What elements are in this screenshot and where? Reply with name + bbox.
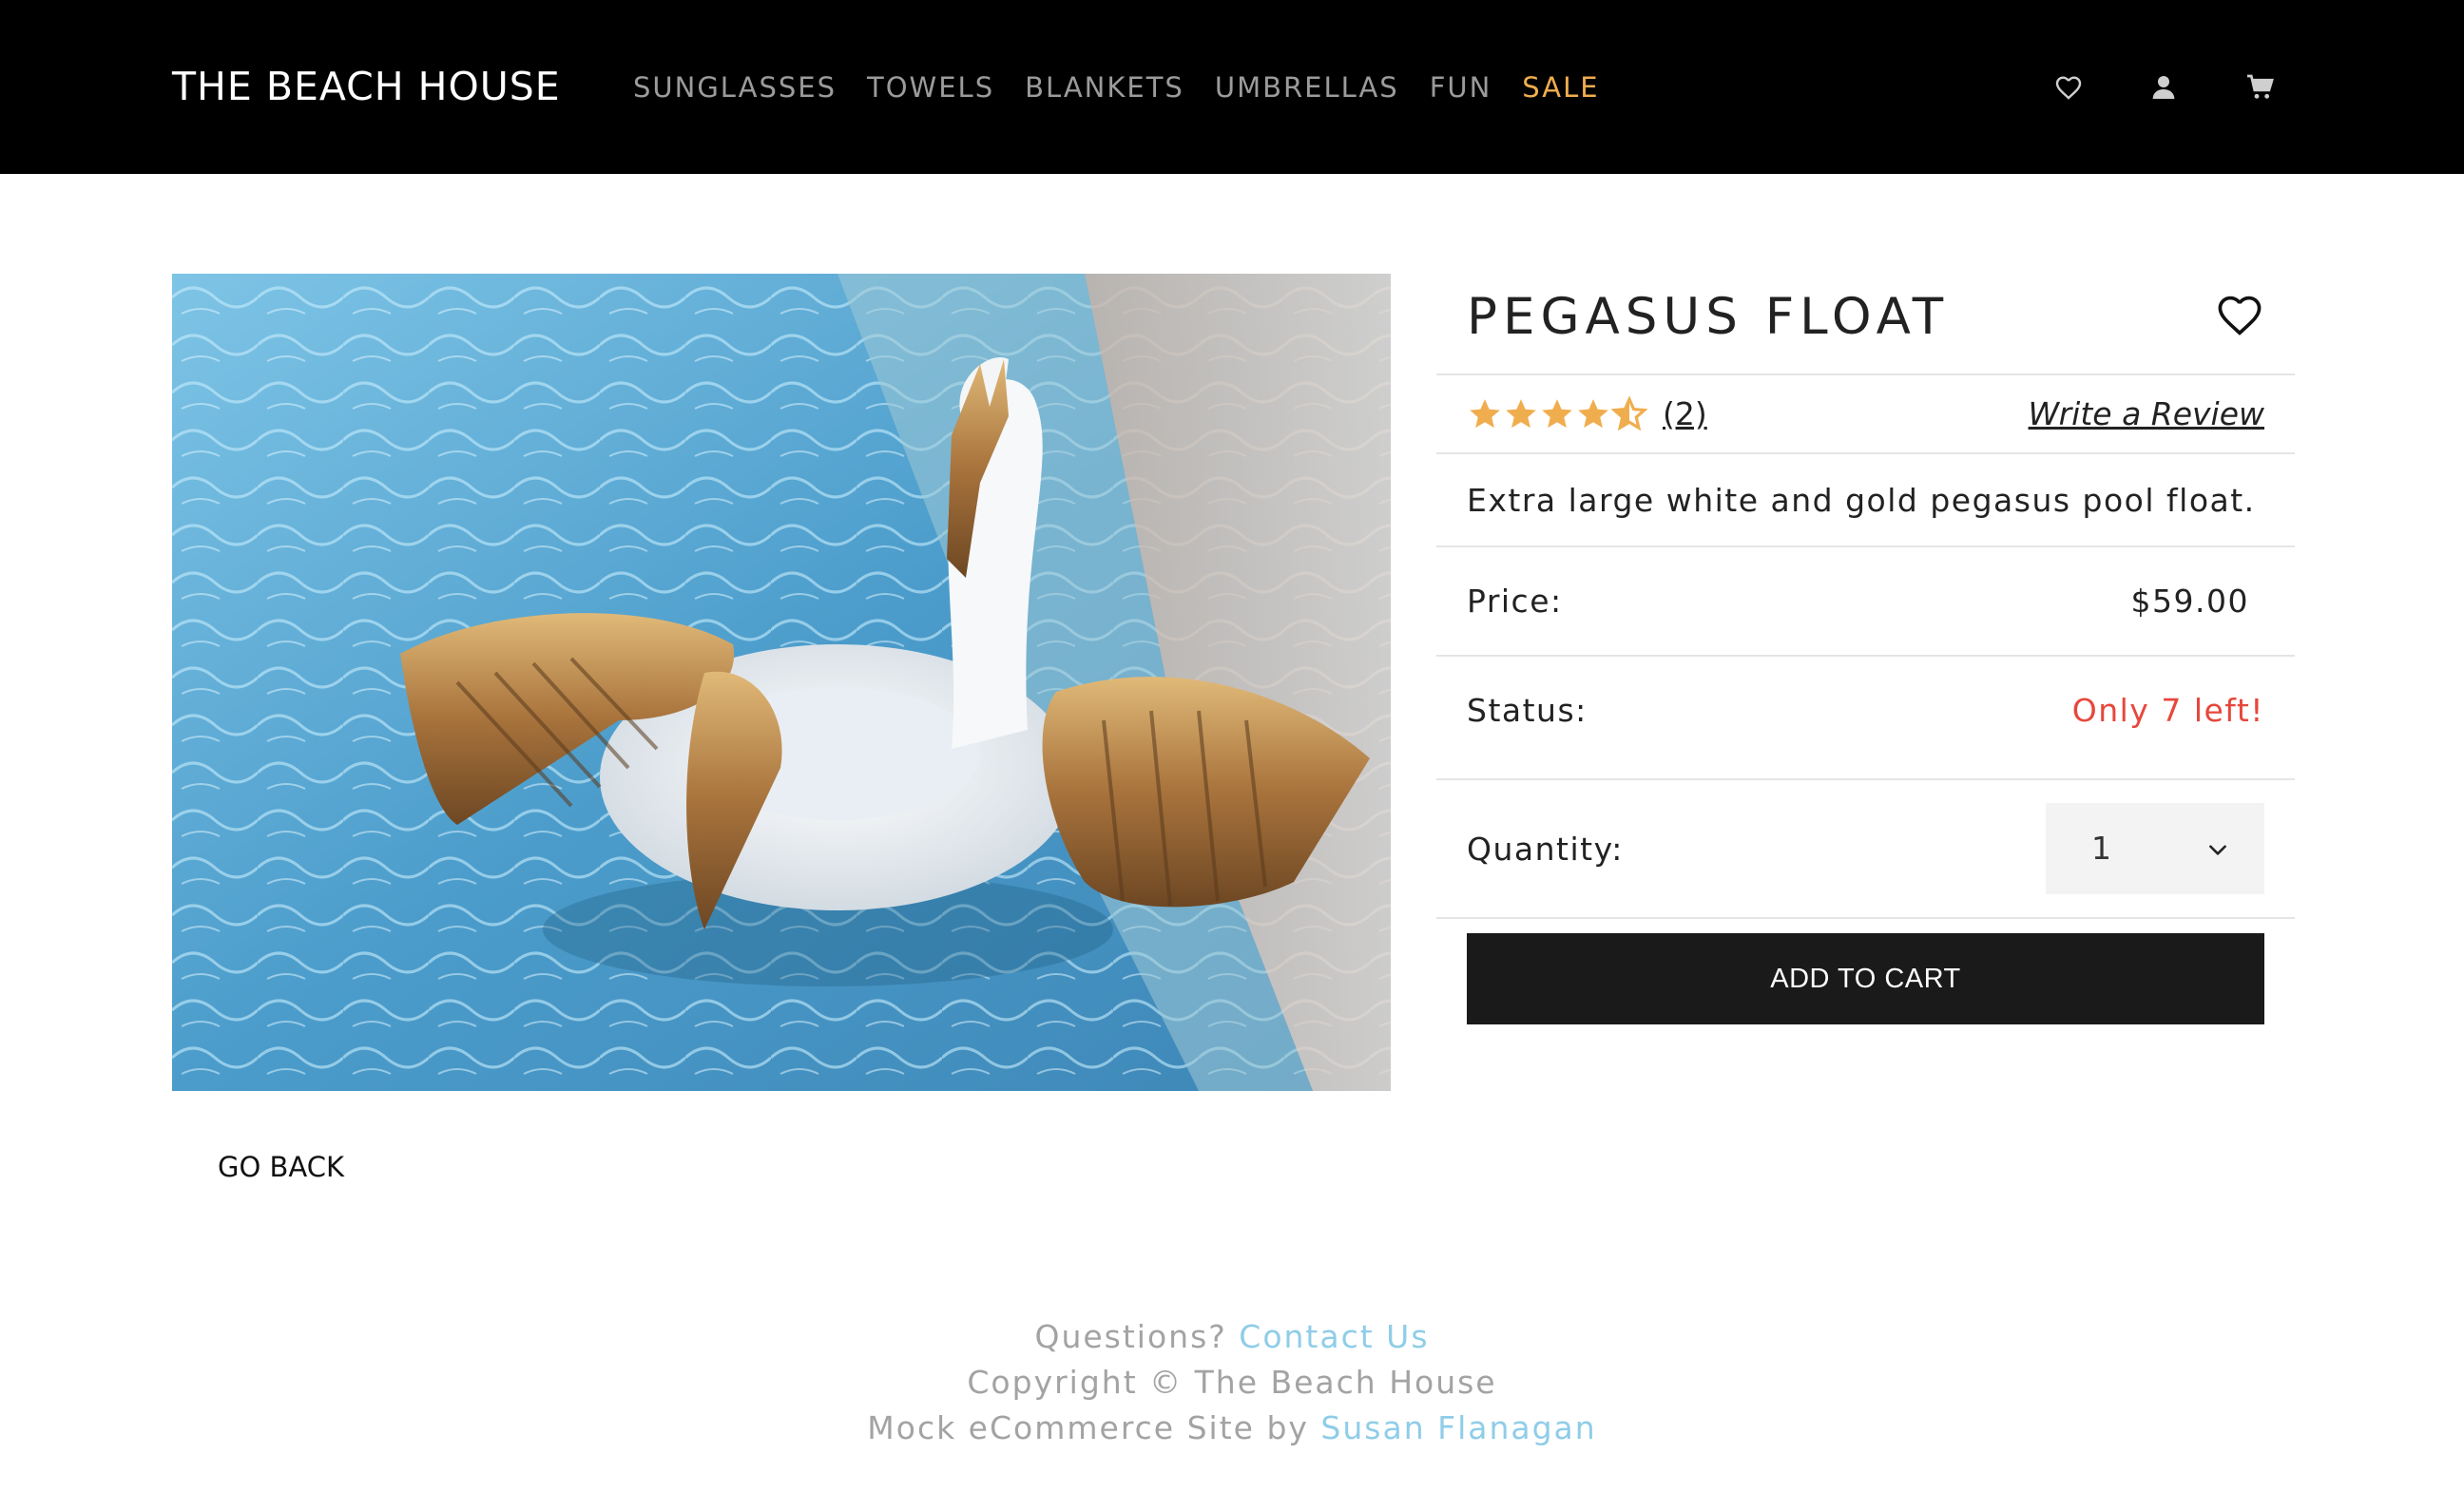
status-row: Status: Only 7 left! [1436, 657, 2295, 780]
go-back-button[interactable]: GO BACK [218, 1150, 344, 1184]
nav-links: SUNGLASSES TOWELS BLANKETS UMBRELLAS FUN… [633, 67, 1630, 108]
footer-mock-text: Mock eCommerce Site by [867, 1409, 1309, 1446]
product-page: THE BEACH HOUSE SUNGLASSES TOWELS BLANKE… [0, 0, 2464, 1511]
star-icon [1506, 399, 1536, 429]
status-label: Status: [1467, 692, 1588, 729]
product-title: PEGASUS FLOAT [1467, 288, 1950, 346]
chevron-down-icon [2209, 845, 2226, 855]
price-row: Price: $59.00 [1436, 547, 2295, 657]
heart-icon[interactable] [2048, 67, 2089, 108]
title-row: PEGASUS FLOAT [1436, 274, 2295, 375]
user-icon[interactable] [2143, 67, 2185, 108]
footer-copyright: Copyright © The Beach House [967, 1364, 1497, 1401]
nav-link-fun[interactable]: FUN [1430, 67, 1492, 108]
quantity-value: 1 [2091, 830, 2111, 867]
footer-questions-line: Questions? Contact Us [0, 1314, 2464, 1360]
star-icon [1542, 399, 1572, 429]
product-description: Extra large white and gold pegasus pool … [1467, 482, 2256, 519]
product-image [172, 274, 1391, 1091]
nav-link-sale[interactable]: SALE [1522, 67, 1599, 108]
description-row: Extra large white and gold pegasus pool … [1436, 454, 2295, 547]
nav-link-blankets[interactable]: BLANKETS [1025, 67, 1184, 108]
footer-questions-text: Questions? [1034, 1318, 1227, 1355]
footer-credit-line: Mock eCommerce Site by Susan Flanagan [0, 1406, 2464, 1451]
price-label: Price: [1467, 583, 1563, 620]
cart-icon[interactable] [2240, 67, 2281, 108]
quantity-row: Quantity: 1 [1436, 780, 2295, 919]
star-icon [1470, 399, 1500, 429]
footer: Questions? Contact Us Copyright © The Be… [0, 1314, 2464, 1451]
star-rating [1467, 396, 1647, 432]
navbar: THE BEACH HOUSE SUNGLASSES TOWELS BLANKE… [0, 0, 2464, 174]
contact-us-link[interactable]: Contact Us [1239, 1318, 1429, 1355]
author-link[interactable]: Susan Flanagan [1320, 1409, 1596, 1446]
brand-logo[interactable]: THE BEACH HOUSE [172, 63, 561, 110]
add-to-cart-button[interactable]: ADD TO CART [1467, 933, 2264, 1024]
price-value: $59.00 [2130, 583, 2249, 620]
rating-row: (2) Write a Review [1436, 375, 2295, 454]
star-icon [1578, 399, 1608, 429]
nav-link-sunglasses[interactable]: SUNGLASSES [633, 67, 837, 108]
quantity-select[interactable]: 1 [2046, 803, 2264, 894]
review-count-link[interactable]: (2) [1663, 394, 1707, 434]
nav-link-umbrellas[interactable]: UMBRELLAS [1215, 67, 1399, 108]
status-value: Only 7 left! [2071, 692, 2264, 729]
write-review-link[interactable]: Write a Review [2029, 394, 2264, 434]
favorite-heart-icon[interactable] [2213, 289, 2266, 342]
star-half-icon [1611, 396, 1647, 431]
quantity-label: Quantity: [1467, 831, 1624, 868]
nav-link-towels[interactable]: TOWELS [867, 67, 994, 108]
product-details: PEGASUS FLOAT (2) Write a Review Extra l… [1436, 274, 2295, 1024]
